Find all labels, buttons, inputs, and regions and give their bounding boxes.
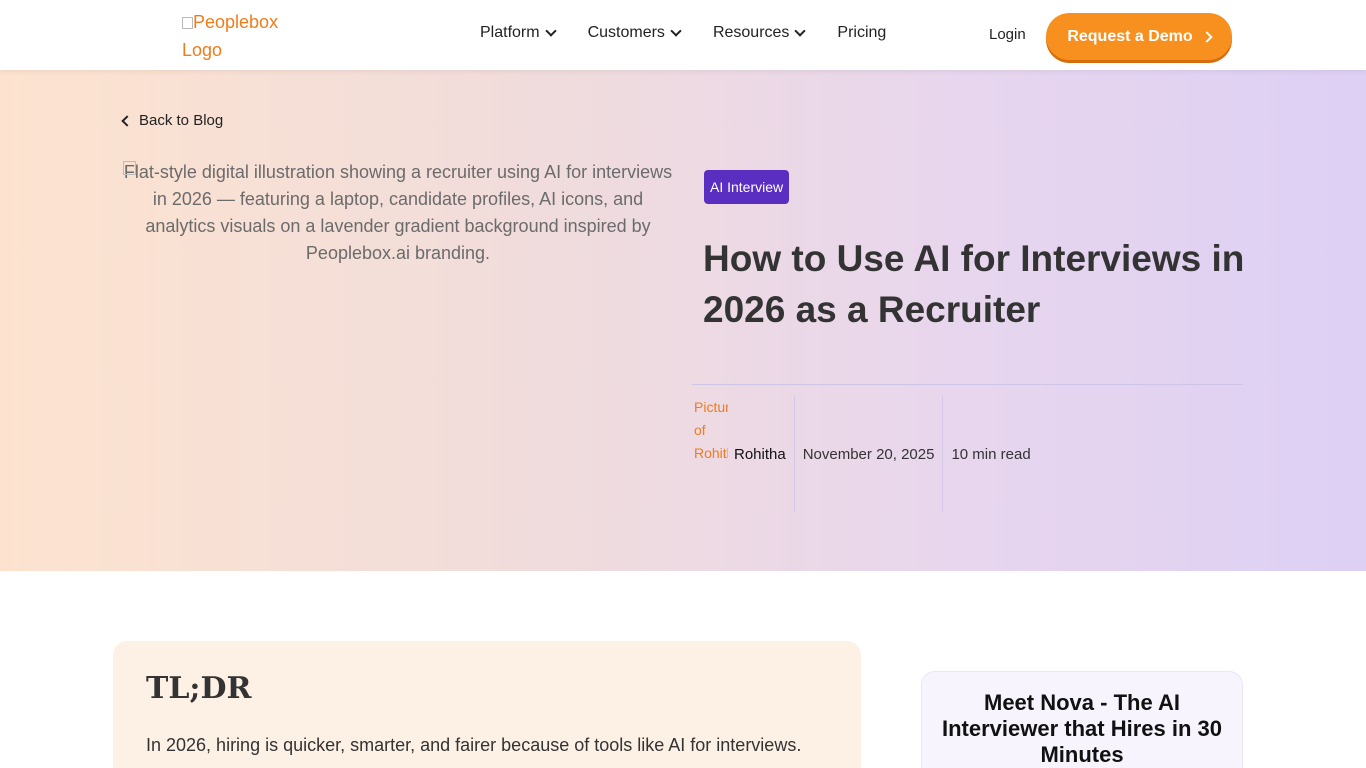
back-label: Back to Blog — [139, 112, 224, 129]
tldr-box: TL;DR In 2026, hiring is quicker, smarte… — [113, 641, 861, 768]
post-meta: Picture of Rohitha Rohitha November 20, … — [692, 396, 1039, 512]
logo-alt-text: Peoplebox Logo — [182, 12, 279, 60]
nav-resources[interactable]: Resources — [712, 24, 807, 42]
nav-pricing[interactable]: Pricing — [837, 24, 886, 42]
peoplebox-logo[interactable]: Peoplebox Logo — [182, 8, 312, 64]
back-to-blog-link[interactable]: Back to Blog — [121, 112, 224, 129]
hero-image: Flat-style digital illustration showing … — [123, 159, 673, 267]
demo-label: Request a Demo — [1067, 27, 1193, 45]
nav-label: Platform — [480, 24, 540, 41]
nav-label: Resources — [712, 24, 790, 41]
site-header: Peoplebox Logo Platform Customers Resour… — [0, 0, 1366, 70]
login-link[interactable]: Login — [989, 26, 1026, 43]
nova-promo-card[interactable]: Meet Nova - The AI Interviewer that Hire… — [921, 671, 1243, 768]
hero-image-alt: Flat-style digital illustration showing … — [123, 162, 673, 263]
category-tag[interactable]: AI Interview — [704, 170, 790, 204]
post-date: November 20, 2025 — [802, 445, 935, 463]
nav-label: Pricing — [837, 24, 887, 41]
chevron-down-icon — [544, 25, 557, 37]
chevron-left-icon — [121, 114, 133, 127]
blog-hero: Back to Blog Flat-style digital illustra… — [0, 70, 1366, 571]
broken-image-icon — [182, 17, 193, 29]
chevron-right-icon — [1201, 30, 1213, 43]
nav-customers[interactable]: Customers — [587, 24, 682, 42]
tldr-text: In 2026, hiring is quicker, smarter, and… — [146, 735, 802, 755]
divider — [692, 384, 1243, 385]
nav-platform[interactable]: Platform — [480, 24, 557, 42]
post-title: How to Use AI for Interviews in 2026 as … — [703, 238, 1245, 330]
tldr-heading: TL;DR — [146, 671, 252, 706]
promo-title: Meet Nova - The AI Interviewer that Hire… — [942, 690, 1222, 767]
main-nav: Platform Customers Resources Pricing — [480, 24, 919, 42]
read-time: 10 min read — [951, 445, 1031, 463]
avatar-alt-text: Picture of Rohitha — [694, 399, 728, 461]
author-name[interactable]: Rohitha — [734, 396, 794, 512]
author-avatar: Picture of Rohitha — [694, 396, 728, 512]
chevron-down-icon — [670, 25, 682, 37]
broken-image-icon — [123, 161, 136, 175]
request-demo-button[interactable]: Request a Demo — [1046, 13, 1232, 60]
nav-label: Customers — [587, 24, 665, 41]
chevron-down-icon — [794, 25, 807, 37]
